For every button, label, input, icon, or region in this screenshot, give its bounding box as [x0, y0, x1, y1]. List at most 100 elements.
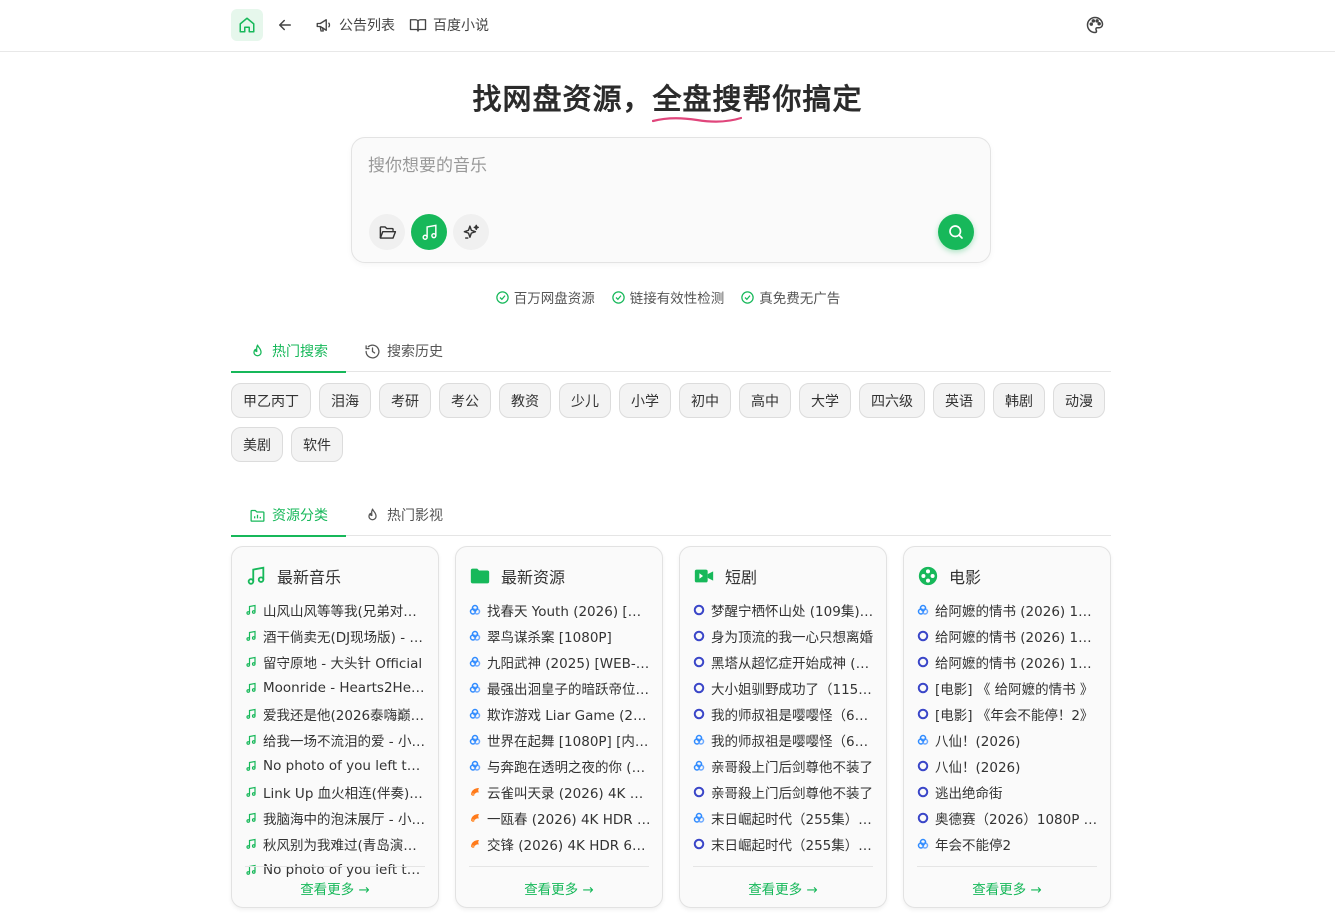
- list-item[interactable]: 秋风别为我难过(青岛演唱会): [245, 831, 427, 857]
- list-item[interactable]: [电影] 《年会不能停！2》: [917, 701, 1099, 727]
- tab-hot-movies[interactable]: 热门影视: [346, 494, 461, 536]
- list-item[interactable]: 身为顶流的我一心只想离婚: [693, 623, 875, 649]
- home-icon: [239, 17, 255, 33]
- nav-baidu-novel[interactable]: 百度小说: [409, 15, 489, 35]
- list-item[interactable]: [电影] 《 给阿嬷的情书 》: [917, 675, 1099, 701]
- list-item[interactable]: 云雀叫天录 (2026) 4K HDR: [469, 779, 651, 805]
- view-more-link[interactable]: 查看更多 →: [917, 866, 1097, 898]
- list-item-title: 山风山风等等我(兄弟对唱版): [263, 604, 427, 620]
- list-item-title: 与奔跑在透明之夜的你 (2026): [487, 760, 651, 776]
- list-item[interactable]: 奥德赛（2026）1080P 中字: [917, 805, 1099, 831]
- hot-keyword-chip[interactable]: 泪海: [319, 383, 371, 418]
- hot-keyword-chip[interactable]: 美剧: [231, 427, 283, 462]
- music-icon: [247, 566, 265, 585]
- view-more-label: 查看更多: [972, 882, 1027, 898]
- aliyun-icon: [469, 812, 481, 824]
- list-item[interactable]: 世界在起舞 [1080P] [内封中字]: [469, 727, 651, 753]
- mode-ai-button[interactable]: [453, 214, 489, 250]
- underline-squiggle-icon: [652, 116, 743, 123]
- list-item-title: [电影] 《 给阿嬷的情书 》: [935, 682, 1094, 698]
- tab-hot-search[interactable]: 热门搜索: [231, 330, 346, 373]
- folder-chart-icon: [250, 509, 265, 522]
- list-item[interactable]: 八仙！(2026): [917, 727, 1099, 753]
- home-button[interactable]: [231, 9, 263, 41]
- list-item[interactable]: 逃出绝命街: [917, 779, 1099, 805]
- list-item[interactable]: 酒干倘卖无(DJ现场版) - 伤心: [245, 623, 427, 649]
- hot-keyword-chip[interactable]: 英语: [933, 383, 985, 418]
- list-item[interactable]: 我的师叔祖是嘤嘤怪（60集）: [693, 727, 875, 753]
- tab-search-history[interactable]: 搜索历史: [346, 330, 461, 372]
- list-item[interactable]: 末日崛起时代（255集）全集: [693, 805, 875, 831]
- list-item[interactable]: 梦醒宁栖怀山处 (109集) 全集: [693, 597, 875, 623]
- list-item[interactable]: Moonride - Hearts2Hearts: [245, 675, 427, 701]
- card-title: 最新音乐: [277, 568, 342, 587]
- list-item[interactable]: 末日崛起时代（255集）全集: [693, 831, 875, 857]
- view-more-link[interactable]: 查看更多 →: [469, 866, 649, 898]
- list-item[interactable]: 大小姐驯野成功了（115集）: [693, 675, 875, 701]
- hot-keyword-chip[interactable]: 教资: [499, 383, 551, 418]
- theme-button[interactable]: [1079, 9, 1111, 41]
- mode-music-button[interactable]: [411, 214, 447, 250]
- list-item[interactable]: 黑塔从超忆症开始成神 (80集): [693, 649, 875, 675]
- list-item-title: 八仙！(2026): [935, 760, 1021, 776]
- list-item[interactable]: 找春天 Youth (2026) [WEB-DL]: [469, 597, 651, 623]
- list-item[interactable]: 给我一场不流泪的爱 - 小阿七: [245, 727, 427, 753]
- view-more-link[interactable]: 查看更多 →: [245, 866, 425, 898]
- hot-keyword-chip[interactable]: 初中: [679, 383, 731, 418]
- list-item[interactable]: 亲哥殺上门后剑尊他不装了: [693, 753, 875, 779]
- list-item[interactable]: 一瓯春 (2026) 4K HDR 60FPS: [469, 805, 651, 831]
- mode-netdisk-button[interactable]: [369, 214, 405, 250]
- list-item[interactable]: 我脑海中的泡沫展厅 - 小蓝背心: [245, 805, 427, 831]
- card-header[interactable]: 电影: [917, 564, 981, 588]
- list-item[interactable]: 最强出洄皇子的暗跃帝位争夺: [469, 675, 651, 701]
- list-item[interactable]: 与奔跑在透明之夜的你 (2026): [469, 753, 651, 779]
- hot-keyword-chip[interactable]: 少儿: [559, 383, 611, 418]
- list-item[interactable]: 留守原地 - 大头针 Official: [245, 649, 427, 675]
- list-item[interactable]: 交锋 (2026) 4K HDR 60FPS: [469, 831, 651, 857]
- view-more-label: 查看更多: [300, 882, 355, 898]
- tab-categories[interactable]: 资源分类: [231, 494, 346, 537]
- hot-keyword-chip[interactable]: 大学: [799, 383, 851, 418]
- card-title: 电影: [949, 568, 982, 587]
- list-item[interactable]: 给阿嬷的情书 (2026) 1080P: [917, 623, 1099, 649]
- hot-keyword-chip[interactable]: 考研: [379, 383, 431, 418]
- quark-icon: [469, 734, 481, 746]
- search-input[interactable]: [368, 156, 968, 176]
- list-item[interactable]: Link Up 血火相连(伴奏) - 全: [245, 779, 427, 805]
- hot-keyword-chip[interactable]: 小学: [619, 383, 671, 418]
- card-header[interactable]: 最新资源: [469, 564, 565, 588]
- hot-keyword-chip[interactable]: 甲乙丙丁: [231, 383, 311, 418]
- baidu-icon: [693, 604, 705, 616]
- list-item[interactable]: 八仙！(2026): [917, 753, 1099, 779]
- baidu-icon: [917, 708, 929, 720]
- list-item-title: 爱我还是他(2026泰嗨巅峰版): [263, 708, 427, 724]
- list-item[interactable]: 翠鸟谋杀案 [1080P]: [469, 623, 651, 649]
- view-more-link[interactable]: 查看更多 →: [693, 866, 873, 898]
- quark-icon: [469, 656, 481, 668]
- list-item[interactable]: 年会不能停2: [917, 831, 1099, 857]
- list-item-title: 给阿嬷的情书 (2026) 1080P: [935, 604, 1099, 620]
- card-header[interactable]: 最新音乐: [245, 564, 341, 588]
- list-item[interactable]: 欺诈游戏 Liar Game (2025): [469, 701, 651, 727]
- hot-keyword-chip[interactable]: 四六级: [859, 383, 925, 418]
- list-item[interactable]: 九阳武神 (2025) [WEB-DL]: [469, 649, 651, 675]
- nav-announcements[interactable]: 公告列表: [315, 15, 395, 35]
- list-item[interactable]: 我的师叔祖是嘤嘤怪（60集）: [693, 701, 875, 727]
- list-item[interactable]: 亲哥殺上门后剑尊他不装了: [693, 779, 875, 805]
- hot-keyword-chip[interactable]: 动漫: [1053, 383, 1105, 418]
- back-button[interactable]: [269, 9, 301, 41]
- list-item[interactable]: 给阿嬷的情书 (2026) 1080P: [917, 649, 1099, 675]
- list-item[interactable]: 给阿嬷的情书 (2026) 1080P: [917, 597, 1099, 623]
- list-item[interactable]: 山风山风等等我(兄弟对唱版): [245, 597, 427, 623]
- hot-keyword-chip[interactable]: 考公: [439, 383, 491, 418]
- list-item[interactable]: No photo of you left to see: [245, 753, 427, 779]
- list-item-title: 找春天 Youth (2026) [WEB-DL]: [487, 604, 651, 620]
- hot-keyword-chip[interactable]: 软件: [291, 427, 343, 462]
- list-item[interactable]: 爱我还是他(2026泰嗨巅峰版): [245, 701, 427, 727]
- card-header[interactable]: 短剧: [693, 564, 757, 588]
- list-item-title: 我脑海中的泡沫展厅 - 小蓝背心: [263, 812, 427, 828]
- search-button[interactable]: [938, 214, 974, 250]
- hot-keyword-chip[interactable]: 高中: [739, 383, 791, 418]
- card-resources: 最新资源 找春天 Youth (2026) [WEB-DL] 翠鸟谋杀案 [108…: [455, 546, 663, 908]
- hot-keyword-chip[interactable]: 韩剧: [993, 383, 1045, 418]
